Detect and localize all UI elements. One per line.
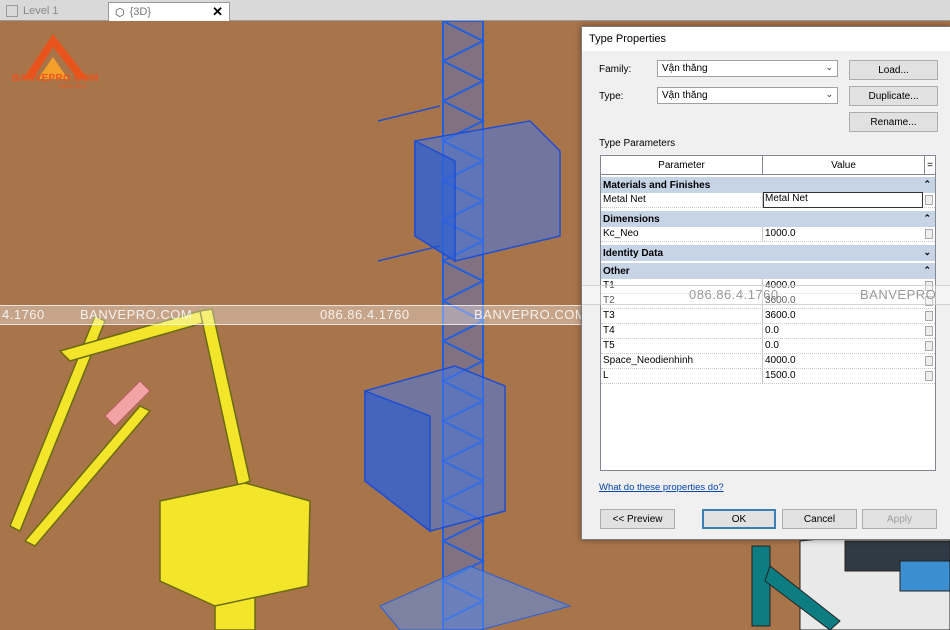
apply-button: Apply [862, 509, 937, 529]
param-value[interactable]: 3600.0 [765, 310, 796, 321]
expand-icon: ⌄ [923, 247, 931, 257]
placing-boom [9, 308, 311, 630]
param-name: T5 [603, 340, 615, 351]
param-value[interactable]: 4000.0 [765, 355, 796, 366]
hoist-cage-lower [364, 365, 506, 533]
type-parameters-grid: Parameter Value = Materials and Finishes… [600, 155, 936, 471]
family-label: Family: [599, 64, 632, 75]
group-label: Dimensions [603, 213, 660, 225]
chevron-down-icon: ⌄ [825, 62, 833, 72]
param-row[interactable]: T5 0.0 [601, 339, 935, 354]
collapse-icon: ⌃ [923, 265, 931, 275]
group-other[interactable]: Other ⌃ [601, 263, 935, 279]
group-label: Other [603, 265, 630, 277]
param-row[interactable]: T3 3600.0 [601, 309, 935, 324]
hoist-base [379, 565, 572, 630]
family-value: Vận thăng [662, 63, 708, 74]
help-link[interactable]: What do these properties do? [599, 482, 724, 493]
param-row[interactable]: Kc_Neo 1000.0 [601, 227, 935, 242]
hoist-mast [440, 21, 486, 630]
watermark-phone: 086.86.4.1760 [689, 287, 779, 302]
associate-parameter-icon[interactable] [925, 341, 933, 351]
param-name: T3 [603, 310, 615, 321]
watermark-site: BANVEPRO.COM [474, 307, 587, 322]
param-name: L [603, 370, 609, 381]
collapse-icon: ⌃ [923, 213, 931, 223]
group-label: Identity Data [603, 247, 664, 259]
associate-parameter-icon[interactable] [925, 326, 933, 336]
watermark-site: BANVEPRO.COM [80, 307, 193, 322]
column-header-value[interactable]: Value [763, 156, 925, 175]
logo-text: BANVEPRO.COM [12, 73, 99, 84]
preview-button[interactable]: << Preview [600, 509, 675, 529]
floor-plan-icon [6, 5, 18, 17]
load-button[interactable]: Load... [849, 60, 938, 80]
column-header-formula[interactable]: = [925, 156, 935, 175]
param-row[interactable]: Metal Net Metal Net [601, 192, 935, 208]
param-row[interactable]: Space_Neodienhinh 4000.0 [601, 354, 935, 369]
close-icon[interactable]: ✕ [212, 4, 223, 20]
chevron-down-icon: ⌄ [825, 89, 833, 99]
3d-view-icon: ⬡ [115, 6, 125, 19]
ok-button[interactable]: OK [702, 509, 776, 529]
tab-level-1[interactable]: Level 1 [0, 2, 112, 20]
tab-label: Level 1 [23, 5, 59, 17]
param-value[interactable]: 1500.0 [765, 370, 796, 381]
param-name: T4 [603, 325, 615, 336]
tab-3d[interactable]: ⬡ {3D} ✕ [108, 2, 230, 21]
cancel-button[interactable]: Cancel [782, 509, 857, 529]
group-identity-data[interactable]: Identity Data ⌄ [601, 245, 935, 261]
type-label: Type: [599, 91, 624, 102]
rename-button[interactable]: Rename... [849, 112, 938, 132]
type-parameters-label: Type Parameters [599, 138, 676, 149]
group-materials-and-finishes[interactable]: Materials and Finishes ⌃ [601, 177, 935, 193]
param-value[interactable]: Metal Net [763, 192, 923, 208]
watermark-site: BANVEPRO [860, 287, 937, 302]
column-header-parameter[interactable]: Parameter [601, 156, 763, 175]
collapse-icon: ⌃ [923, 179, 931, 189]
duplicate-button[interactable]: Duplicate... [849, 86, 938, 106]
associate-parameter-icon[interactable] [925, 371, 933, 381]
type-properties-dialog: Type Properties Family: Vận thăng ⌄ Load… [581, 26, 950, 540]
param-row[interactable]: T4 0.0 [601, 324, 935, 339]
param-row[interactable]: L 1500.0 [601, 369, 935, 384]
group-label: Materials and Finishes [603, 179, 711, 191]
associate-parameter-icon[interactable] [925, 229, 933, 239]
associate-parameter-icon[interactable] [925, 356, 933, 366]
param-name: Space_Neodienhinh [603, 355, 694, 366]
family-select[interactable]: Vận thăng ⌄ [657, 60, 838, 77]
param-value[interactable]: 0.0 [765, 325, 779, 336]
tab-label: {3D} [129, 6, 152, 18]
dialog-title: Type Properties [589, 33, 667, 45]
group-dimensions[interactable]: Dimensions ⌃ [601, 211, 935, 227]
watermark-phone: 086.86.4.1760 [320, 307, 410, 322]
param-name: Kc_Neo [603, 228, 639, 239]
param-value[interactable]: 1000.0 [765, 228, 796, 239]
param-value[interactable]: 0.0 [765, 340, 779, 351]
view-tab-bar: Level 1 ⬡ {3D} ✕ [0, 0, 950, 21]
banvepro-logo [23, 34, 88, 79]
associate-parameter-icon[interactable] [925, 311, 933, 321]
watermark-phone: 4.1760 [2, 307, 45, 322]
type-value: Vận thăng [662, 90, 708, 101]
type-select[interactable]: Vận thăng ⌄ [657, 87, 838, 104]
param-name: Metal Net [603, 194, 646, 205]
browse-icon[interactable] [925, 195, 933, 205]
logo-subtext: SINCE 2014 [58, 84, 86, 90]
